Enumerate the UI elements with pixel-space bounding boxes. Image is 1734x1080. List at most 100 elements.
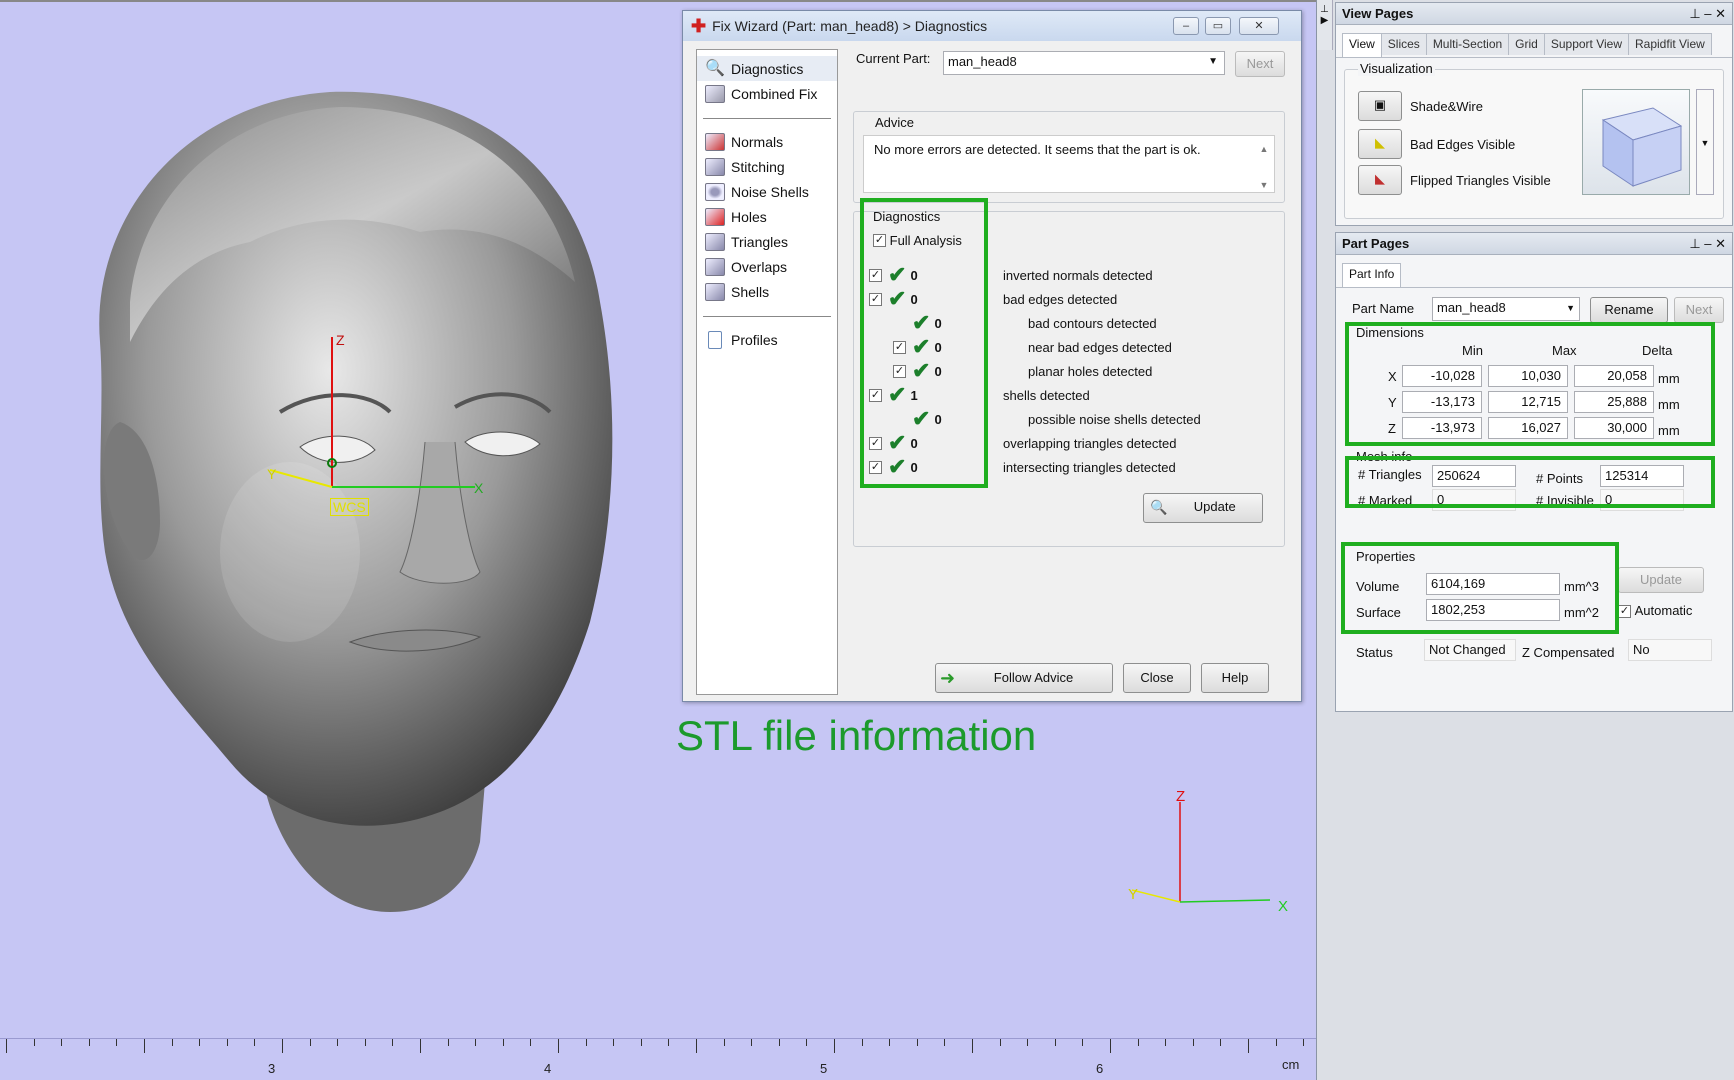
update-button[interactable]: 🔍 Update: [1143, 493, 1263, 523]
nav-normals[interactable]: Normals: [697, 129, 837, 154]
ruler-tick: [1220, 1039, 1222, 1046]
close-button[interactable]: Close: [1123, 663, 1191, 693]
advice-textbox: No more errors are detected. It seems th…: [863, 135, 1275, 193]
ruler-tick: [1110, 1039, 1111, 1053]
nav-combined-fix[interactable]: Combined Fix: [697, 81, 837, 106]
ruler-tick: [861, 1039, 863, 1046]
wcs-axes: [270, 337, 475, 488]
ruler-tick: [33, 1039, 35, 1046]
checkbox[interactable]: ✓: [1618, 605, 1631, 619]
help-button[interactable]: Help: [1201, 663, 1269, 693]
nav-holes[interactable]: Holes: [697, 204, 837, 229]
nav-label: Diagnostics: [731, 60, 804, 77]
axis-indicator-y: Y: [1128, 886, 1139, 903]
status-label: Status: [1356, 645, 1393, 660]
shade-wire-icon[interactable]: ▣: [1358, 91, 1402, 121]
automatic-label: Automatic: [1634, 603, 1693, 618]
nav-diagnostics[interactable]: 🔍 Diagnostics: [697, 56, 837, 81]
ruler-tick: [640, 1039, 642, 1046]
ruler-label: 5: [820, 1061, 828, 1076]
flipped-triangles-icon[interactable]: ◣: [1358, 165, 1402, 195]
wcs-label: WCS: [330, 498, 369, 516]
ruler-tick: [364, 1039, 366, 1046]
holes-icon: [705, 207, 725, 226]
view-cube-dropdown[interactable]: ▼: [1696, 89, 1714, 195]
nav-overlaps[interactable]: Overlaps: [697, 254, 837, 279]
part-pages-title: Part Pages: [1342, 236, 1410, 251]
ruler: 3 4 5 6 cm: [0, 1038, 1316, 1080]
nav-noise-shells[interactable]: Noise Shells: [697, 179, 837, 204]
tab-rapidfit-view[interactable]: Rapidfit View: [1628, 33, 1712, 55]
arrow-right-icon[interactable]: ▶: [1317, 15, 1332, 26]
part-pages-header: Part Pages ⊥ ‒ ✕: [1336, 233, 1732, 255]
diagnostic-label: planar holes detected: [1028, 363, 1153, 379]
tab-multi-section[interactable]: Multi-Section: [1425, 33, 1510, 55]
ruler-tick: [585, 1039, 587, 1046]
visualization-title: Visualization: [1358, 61, 1435, 76]
tab-slices[interactable]: Slices: [1380, 33, 1427, 55]
current-part-select[interactable]: man_head8 ▼: [943, 51, 1225, 75]
nav-shells[interactable]: Shells: [697, 279, 837, 304]
minimize-button[interactable]: ‒: [1173, 17, 1199, 35]
next-part-button[interactable]: Next: [1235, 51, 1285, 77]
ruler-tick: [6, 1039, 7, 1053]
next-button[interactable]: Next: [1674, 297, 1724, 323]
ruler-tick: [254, 1039, 256, 1046]
part-name-value: man_head8: [1437, 300, 1506, 315]
ruler-tick: [88, 1039, 90, 1046]
fix-wizard-window[interactable]: ✚ Fix Wizard (Part: man_head8) > Diagnos…: [682, 10, 1302, 702]
annotation-text: STL file information: [676, 712, 1037, 759]
flipped-triangles-label: Flipped Triangles Visible: [1410, 172, 1551, 188]
ruler-tick: [1054, 1039, 1056, 1046]
view-cube[interactable]: [1582, 89, 1690, 195]
ruler-tick: [1165, 1039, 1167, 1046]
ruler-tick: [751, 1039, 753, 1046]
ruler-tick: [392, 1039, 394, 1046]
ruler-tick: [61, 1039, 63, 1046]
nav-label: Profiles: [731, 331, 778, 348]
profiles-icon: [708, 330, 722, 349]
ruler-tick: [1275, 1039, 1277, 1046]
flipped-triangles-item[interactable]: ◣ Flipped Triangles Visible: [1358, 165, 1551, 195]
bad-edges-icon[interactable]: ◣: [1358, 129, 1402, 159]
rename-button[interactable]: Rename: [1590, 297, 1668, 323]
ruler-tick: [282, 1039, 283, 1053]
diagnostic-label: shells detected: [1003, 387, 1090, 403]
bad-edges-item[interactable]: ◣ Bad Edges Visible: [1358, 129, 1515, 159]
view-tabs: View Slices Multi-Section Grid Support View R…: [1336, 25, 1732, 58]
shade-wire-item[interactable]: ▣ Shade&Wire: [1358, 91, 1483, 121]
advice-scrollbar[interactable]: ▲ ▼: [1256, 140, 1272, 190]
chevron-down-icon: ▼: [1208, 56, 1218, 67]
part-name-select[interactable]: man_head8 ▼: [1432, 297, 1580, 321]
properties-highlight: [1341, 542, 1619, 634]
ruler-tick: [1027, 1039, 1029, 1046]
current-part-value: man_head8: [948, 54, 1017, 69]
ruler-tick: [834, 1039, 835, 1053]
current-part-label: Current Part:: [856, 51, 931, 66]
tab-grid[interactable]: Grid: [1508, 33, 1545, 55]
tab-support-view[interactable]: Support View: [1543, 33, 1629, 55]
ruler-label: 4: [544, 1061, 552, 1076]
ruler-unit: cm: [1282, 1057, 1300, 1072]
maximize-button[interactable]: ▭: [1205, 17, 1231, 35]
wizard-nav: 🔍 Diagnostics Combined Fix Normals Stitc…: [696, 49, 838, 695]
fix-wizard-icon: ✚: [691, 15, 707, 36]
automatic-checkbox[interactable]: ✓ Automatic: [1618, 603, 1693, 619]
ruler-tick: [116, 1039, 118, 1046]
noise-shells-icon: [705, 182, 725, 201]
diagnostic-label: inverted normals detected: [1003, 267, 1153, 283]
close-window-button[interactable]: ✕: [1239, 17, 1279, 35]
nav-profiles[interactable]: Profiles: [697, 327, 837, 352]
nav-stitching[interactable]: Stitching: [697, 154, 837, 179]
diagnostic-label: bad contours detected: [1028, 315, 1157, 331]
pin-icon[interactable]: ⊥: [1317, 4, 1332, 15]
follow-advice-button[interactable]: ➜ Follow Advice: [935, 663, 1113, 693]
panel-controls[interactable]: ⊥ ‒ ✕: [1689, 233, 1726, 255]
ruler-tick: [1137, 1039, 1139, 1046]
nav-triangles[interactable]: Triangles: [697, 229, 837, 254]
tab-view[interactable]: View: [1342, 33, 1382, 57]
tab-part-info[interactable]: Part Info: [1342, 263, 1402, 287]
properties-update-button[interactable]: Update: [1618, 567, 1704, 593]
panel-controls[interactable]: ⊥ ‒ ✕: [1689, 3, 1726, 25]
panel-pin-strip[interactable]: ⊥ ▶: [1317, 0, 1333, 50]
